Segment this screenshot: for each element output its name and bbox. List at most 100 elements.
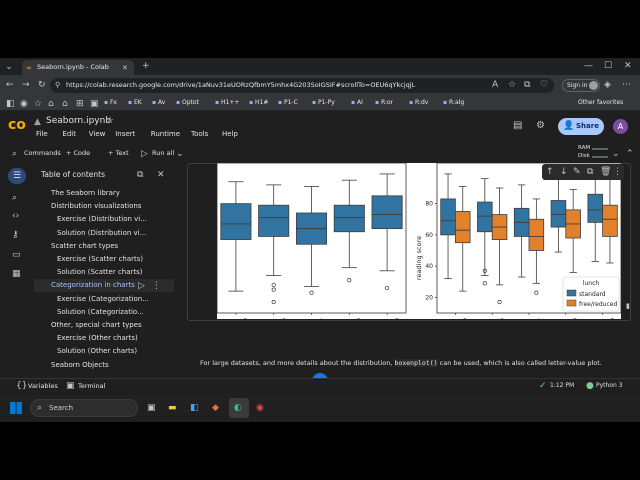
back-icon[interactable]: ←	[6, 80, 14, 90]
toc-item[interactable]: Exercise (Scatter charts)	[34, 253, 174, 266]
section-more-icon[interactable]: ⋮	[152, 281, 161, 291]
secrets-key-icon[interactable]: ⚷	[12, 230, 19, 240]
menu-help[interactable]: Help	[222, 130, 238, 138]
close-tab-icon[interactable]: ✕	[122, 63, 128, 73]
toc-item[interactable]: Scatter chart types	[34, 240, 174, 253]
toc-open-tab-icon[interactable]: ⧉	[137, 170, 143, 180]
bookmark-item[interactable]: ▪ EK	[128, 99, 142, 106]
edge-copilot-icon[interactable]: ◈	[604, 80, 611, 90]
taskbar-search-box[interactable]: ⌕ Search	[30, 399, 138, 417]
account-avatar[interactable]: A	[613, 119, 628, 134]
outlook-icon[interactable]: ◧	[190, 403, 199, 413]
mirror-cell-icon[interactable]: ⧉	[587, 167, 593, 177]
toc-item[interactable]: Exercise (Other charts)	[34, 332, 174, 345]
data-table-icon[interactable]: ▦	[12, 269, 21, 279]
file-explorer-icon[interactable]: ▬	[168, 403, 177, 413]
menu-file[interactable]: File	[36, 130, 48, 138]
toc-item[interactable]: Solution (Distribution vi...	[34, 227, 174, 240]
bookmark-favicon-icon[interactable]: ◉	[20, 99, 28, 109]
toc-item[interactable]: Solution (Scatter charts)	[34, 266, 174, 279]
chrome-icon[interactable]: ◉	[256, 403, 264, 413]
colab-logo-icon[interactable]: co	[8, 117, 26, 133]
variables-button[interactable]: Variables	[28, 382, 58, 390]
brave-icon[interactable]: ◆	[212, 403, 219, 413]
bookmark-favicon-icon[interactable]: ▣	[90, 99, 99, 109]
toc-close-icon[interactable]: ✕	[157, 170, 165, 180]
bookmark-item[interactable]: ▪ R:alg	[443, 99, 464, 106]
bookmark-item[interactable]: ▪ Fx	[104, 99, 117, 106]
favorite-star-icon[interactable]: ☆	[508, 80, 516, 90]
files-folder-icon[interactable]: ▭	[12, 250, 21, 260]
more-options-icon[interactable]: ⋯	[622, 80, 631, 90]
commands-button[interactable]: Commands	[24, 149, 61, 157]
star-notebook-icon[interactable]: ☆	[106, 116, 114, 126]
sign-in-button[interactable]: Sign in	[562, 79, 600, 92]
run-section-icon[interactable]: ▷	[138, 281, 145, 291]
bookmark-favicon-icon[interactable]: ◧	[6, 99, 15, 109]
toc-item[interactable]: Exercise (Distribution vi...	[34, 213, 174, 226]
toc-item[interactable]: Categorization in charts ▷ ⋮	[34, 279, 174, 293]
toc-item[interactable]: Solution (Categorizatio...	[34, 306, 174, 319]
menu-runtime[interactable]: Runtime	[151, 130, 180, 138]
notebook-name[interactable]: Seaborn.ipynb	[46, 116, 111, 126]
toc-item[interactable]: The Seaborn library	[34, 187, 174, 200]
address-bar[interactable]: ⚲ https://colab.research.google.com/driv…	[50, 78, 554, 93]
add-code-button[interactable]: + Code	[66, 149, 90, 157]
bookmark-item[interactable]: ▪ R:dv	[409, 99, 428, 106]
forward-icon[interactable]: →	[22, 80, 30, 90]
new-tab-icon[interactable]: +	[142, 61, 150, 71]
bookmark-item[interactable]: ▪ R:or	[375, 99, 393, 106]
bookmark-item[interactable]: ▪ P1-C	[278, 99, 298, 106]
run-all-button[interactable]: Run all	[152, 149, 174, 157]
bookmark-item[interactable]: ▪ Av	[152, 99, 165, 106]
menu-edit[interactable]: Edit	[62, 130, 76, 138]
comments-icon[interactable]: ▤	[513, 121, 522, 131]
site-info-icon[interactable]: ⚲	[55, 80, 60, 90]
bookmark-item[interactable]: ▪ H1++	[215, 99, 239, 106]
task-view-icon[interactable]: ▣	[147, 403, 156, 413]
menu-insert[interactable]: Insert	[115, 130, 135, 138]
windows-start-icon[interactable]	[10, 402, 22, 414]
bookmark-item[interactable]: ▪ H1#	[249, 99, 268, 106]
bookmark-favicon-icon[interactable]: ⌂	[48, 99, 54, 109]
share-button[interactable]: 👤 Share	[558, 118, 604, 135]
active-tab[interactable]: ∞ Seaborn.ipynb - Colab ✕	[22, 60, 134, 75]
drive-icon[interactable]: ▲	[34, 117, 41, 127]
read-aloud-icon[interactable]: A	[492, 80, 498, 90]
close-window-icon[interactable]: ✕	[624, 61, 632, 71]
tab-menu-icon[interactable]: ⌄	[4, 62, 14, 72]
move-up-icon[interactable]: ↑	[546, 167, 554, 177]
terminal-button[interactable]: Terminal	[78, 382, 105, 390]
menu-tools[interactable]: Tools	[191, 130, 208, 138]
bookmark-item[interactable]: ▪ AI	[351, 99, 363, 106]
settings-gear-icon[interactable]: ⚙	[536, 121, 545, 131]
code-snippets-icon[interactable]: ‹›	[12, 211, 19, 221]
bookmark-favicon-icon[interactable]: ☆	[34, 99, 42, 109]
bookmark-favicon-icon[interactable]: ⊞	[76, 99, 84, 109]
run-all-dropdown-icon[interactable]: ⌄	[176, 149, 184, 159]
bookmark-item[interactable]: ▪ P1-Py	[312, 99, 335, 106]
extensions-icon[interactable]: ⧉	[524, 80, 530, 90]
runtime-label[interactable]: Python 3	[596, 382, 623, 389]
edit-icon[interactable]: ✎	[573, 167, 581, 177]
toc-item[interactable]: Distribution visualizations	[34, 200, 174, 213]
maximize-icon[interactable]: ☐	[604, 61, 612, 71]
menu-view[interactable]: View	[89, 130, 106, 138]
toc-list-icon[interactable]: ☰	[8, 168, 26, 184]
add-text-button[interactable]: + Text	[108, 149, 129, 157]
collapse-header-icon[interactable]: ⌃	[626, 149, 634, 159]
bookmark-item[interactable]: ▪ Optot	[176, 99, 199, 106]
bookmark-favicon-icon[interactable]: ⌂	[62, 99, 68, 109]
collections-icon[interactable]: ♡	[540, 80, 548, 90]
scrollbar-thumb[interactable]: ▮	[626, 301, 630, 311]
find-icon[interactable]: ⌕	[12, 193, 17, 203]
toc-item[interactable]: Exercise (Categorization...	[34, 293, 174, 306]
minimize-icon[interactable]: —	[584, 61, 593, 71]
more-cell-options-icon[interactable]: ⋮	[613, 167, 622, 177]
runtime-dropdown-icon[interactable]: ⌄	[612, 149, 620, 159]
edge-taskbar-button[interactable]: ◐	[229, 398, 249, 418]
toc-item[interactable]: Other, special chart types	[34, 319, 174, 332]
delete-icon[interactable]: 🗑	[600, 167, 611, 177]
toc-item[interactable]: Seaborn Objects	[34, 359, 174, 372]
move-down-icon[interactable]: ↓	[560, 167, 568, 177]
